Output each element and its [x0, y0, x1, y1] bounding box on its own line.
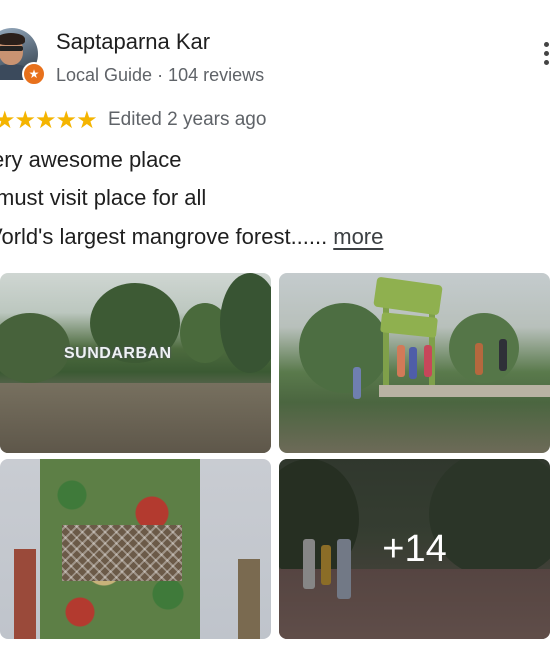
review-photo-4[interactable]: +14: [279, 459, 550, 639]
bridge: [379, 385, 550, 397]
more-photos-count: +14: [382, 527, 447, 570]
tree-shape: [0, 313, 70, 383]
more-photos-overlay[interactable]: +14: [279, 459, 550, 639]
avatar-hair: [0, 33, 25, 45]
local-guide-star-icon: ★: [22, 62, 46, 86]
review-photo-1[interactable]: SUNDARBAN: [0, 273, 271, 453]
review-photo-3[interactable]: [0, 459, 271, 639]
avatar-glasses: [0, 46, 23, 51]
person: [409, 347, 417, 379]
reviewer-name[interactable]: Saptaparna Kar: [56, 29, 210, 55]
review-text-line-3-text: Vorld's largest mangrove forest......: [0, 224, 328, 249]
review-text-line-2: must visit place for all: [0, 185, 207, 210]
rating-stars: ★★★★★: [0, 107, 98, 134]
tower-leg: [238, 559, 260, 639]
sundarban-sign: SUNDARBAN: [64, 345, 172, 362]
tree-shape: [449, 313, 519, 383]
tree-shape: [220, 273, 271, 373]
review-text-line-1: ery awesome place: [0, 147, 182, 172]
person: [397, 345, 405, 377]
review-photo-2[interactable]: [279, 273, 550, 453]
more-link[interactable]: more: [333, 224, 383, 249]
tower-net: [62, 525, 182, 581]
person: [424, 345, 432, 377]
review-text-line-3: Vorld's largest mangrove forest...... mor…: [0, 224, 383, 250]
person: [475, 343, 483, 375]
edited-time: Edited 2 years ago: [108, 109, 267, 130]
person: [499, 339, 507, 371]
reviewer-meta: Local Guide · 104 reviews: [56, 65, 265, 85]
person: [353, 367, 361, 399]
mudflat: [0, 383, 271, 453]
more-options-icon[interactable]: [544, 42, 550, 65]
tower-leg: [14, 549, 36, 639]
tree-shape: [299, 303, 389, 393]
